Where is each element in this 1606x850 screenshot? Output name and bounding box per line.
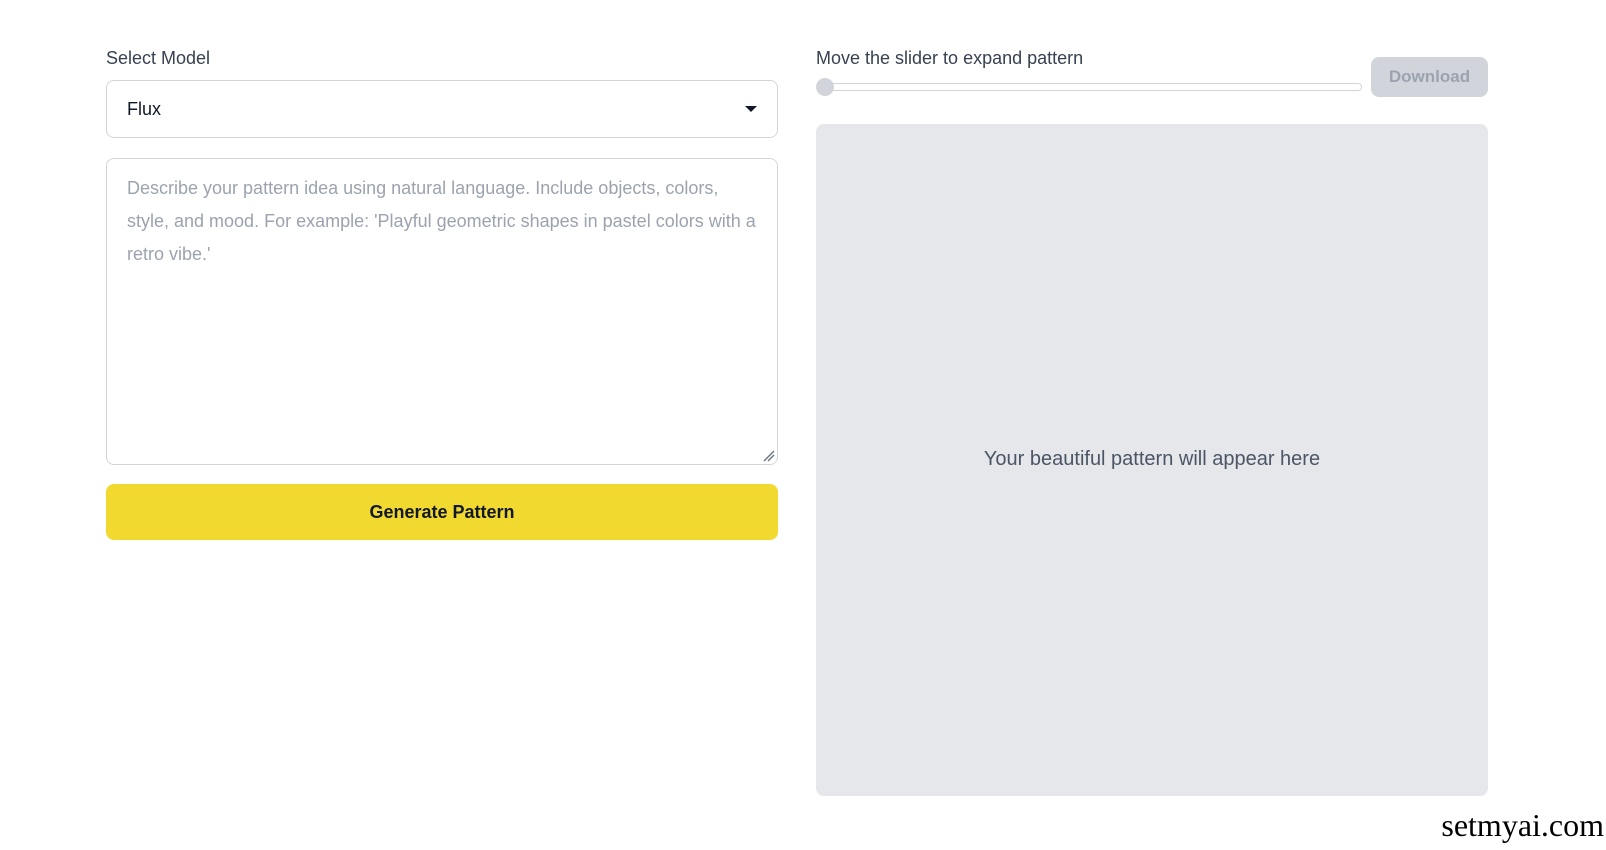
chevron-down-icon <box>745 106 757 112</box>
resize-handle-icon[interactable] <box>763 450 775 462</box>
prompt-placeholder: Describe your pattern idea using natural… <box>127 178 756 264</box>
generate-pattern-button[interactable]: Generate Pattern <box>106 484 778 540</box>
expand-slider-thumb[interactable] <box>816 78 834 96</box>
pattern-generator-page: Select Model Flux Describe your pattern … <box>0 0 1606 850</box>
prompt-textarea[interactable]: Describe your pattern idea using natural… <box>106 158 778 465</box>
model-select-label: Select Model <box>106 48 211 68</box>
watermark: setmyai.com <box>1441 807 1604 843</box>
download-button[interactable]: Download <box>1371 57 1488 97</box>
expand-slider-track[interactable] <box>816 83 1362 91</box>
input-panel: Select Model Flux Describe your pattern … <box>106 46 778 540</box>
model-select-value: Flux <box>127 99 162 119</box>
pattern-preview: Your beautiful pattern will appear here <box>816 124 1488 796</box>
slider-row: Move the slider to expand pattern Downlo… <box>816 46 1488 124</box>
model-select[interactable]: Flux <box>106 80 778 138</box>
slider-label: Move the slider to expand pattern <box>816 48 1084 68</box>
preview-placeholder: Your beautiful pattern will appear here <box>983 448 1321 470</box>
output-panel: Move the slider to expand pattern Downlo… <box>816 46 1488 796</box>
